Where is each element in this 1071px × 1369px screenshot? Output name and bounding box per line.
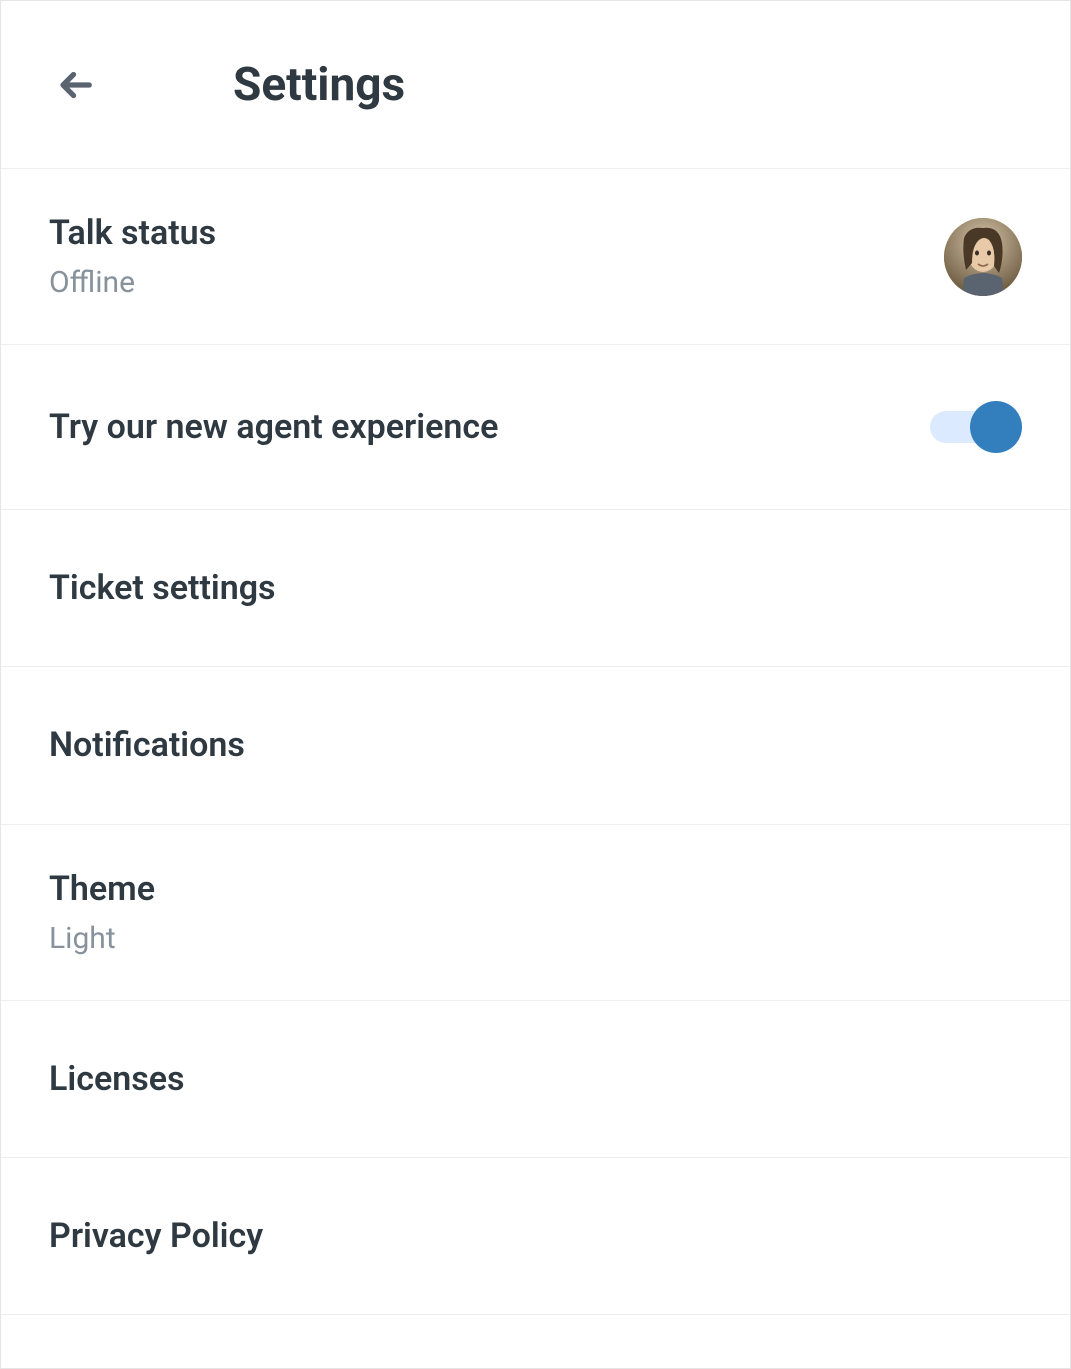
setting-content: Theme Light xyxy=(49,867,155,958)
setting-content: Try our new agent experience xyxy=(49,405,498,449)
toggle-agent-experience[interactable] xyxy=(930,401,1022,453)
settings-list: Talk status Offline xyxy=(1,169,1070,1315)
setting-content: Talk status Offline xyxy=(49,211,216,302)
toggle-thumb xyxy=(970,401,1022,453)
setting-label: Try our new agent experience xyxy=(49,405,498,449)
setting-label: Theme xyxy=(49,867,155,911)
setting-content: Licenses xyxy=(49,1057,185,1101)
setting-label: Ticket settings xyxy=(49,566,276,610)
setting-agent-experience[interactable]: Try our new agent experience xyxy=(1,345,1070,510)
setting-theme[interactable]: Theme Light xyxy=(1,825,1070,1001)
setting-subtitle: Offline xyxy=(49,263,216,302)
setting-label: Notifications xyxy=(49,723,245,767)
setting-label: Talk status xyxy=(49,211,216,255)
setting-licenses[interactable]: Licenses xyxy=(1,1001,1070,1158)
avatar-image xyxy=(944,218,1022,296)
setting-privacy-policy[interactable]: Privacy Policy xyxy=(1,1158,1070,1315)
setting-label: Licenses xyxy=(49,1057,185,1101)
setting-content: Notifications xyxy=(49,723,245,767)
page-title: Settings xyxy=(233,58,405,112)
avatar[interactable] xyxy=(944,218,1022,296)
back-button[interactable] xyxy=(49,57,105,113)
setting-label: Privacy Policy xyxy=(49,1214,263,1258)
arrow-left-icon xyxy=(56,64,98,106)
setting-talk-status[interactable]: Talk status Offline xyxy=(1,169,1070,345)
setting-notifications[interactable]: Notifications xyxy=(1,667,1070,824)
setting-content: Privacy Policy xyxy=(49,1214,263,1258)
setting-ticket-settings[interactable]: Ticket settings xyxy=(1,510,1070,667)
header: Settings xyxy=(1,1,1070,169)
setting-subtitle: Light xyxy=(49,919,155,958)
setting-content: Ticket settings xyxy=(49,566,276,610)
